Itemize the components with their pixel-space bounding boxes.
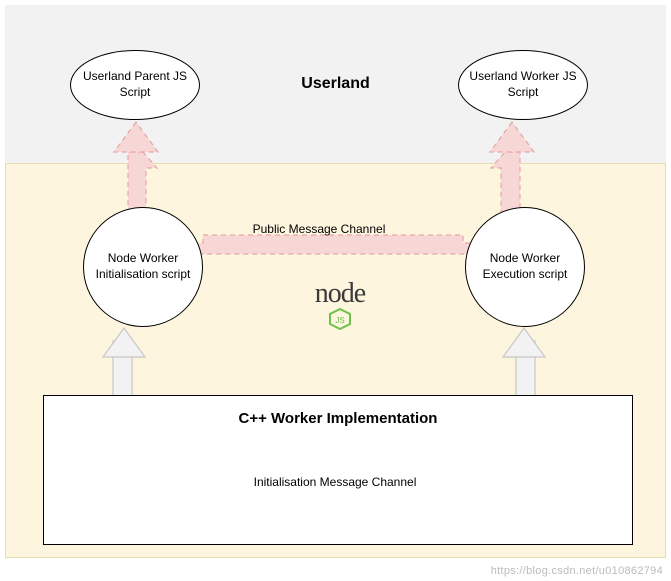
watermark-text: https://blog.csdn.net/u010862794 (491, 565, 663, 577)
node-logo-text: node (315, 278, 365, 309)
public-channel-label: Public Message Channel (229, 222, 409, 236)
userland-title: Userland (0, 75, 671, 93)
node-worker-exec-node: Node Worker Execution script (465, 207, 585, 327)
circle-label: Node Worker Initialisation script (88, 251, 198, 282)
circle-label: Node Worker Execution script (470, 251, 580, 282)
nodejs-logo: node JS (295, 278, 385, 330)
nodejs-hex-icon: JS (328, 308, 352, 330)
init-channel-label: Initialisation Message Channel (235, 475, 435, 489)
svg-text:JS: JS (335, 316, 344, 325)
cpp-worker-box: C++ Worker Implementation (43, 395, 633, 545)
node-worker-init-node: Node Worker Initialisation script (83, 207, 203, 327)
cpp-worker-title: C++ Worker Implementation (44, 410, 632, 427)
